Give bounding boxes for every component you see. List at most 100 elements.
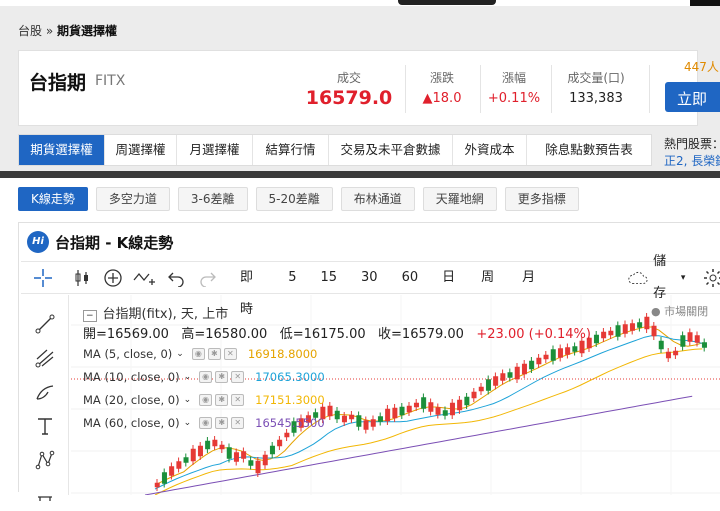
quote-code: FITX (95, 73, 126, 89)
hot-stocks: 熱門股票： 正2, 長榮鋼 (664, 136, 720, 170)
chip-net[interactable]: 天羅地網 (422, 187, 497, 211)
interval-60[interactable]: 60 (390, 262, 431, 294)
candle (651, 325, 657, 337)
candle (233, 452, 239, 462)
chevron-down-icon[interactable]: ⌄ (184, 418, 192, 428)
tab-dividend-points[interactable]: 除息點數預告表 (527, 135, 651, 165)
candle (385, 408, 391, 422)
redo-icon[interactable] (192, 262, 224, 294)
candle (248, 460, 254, 466)
interval-15[interactable]: 15 (308, 262, 349, 294)
tab-futures-options[interactable]: 期貨選擇權 (19, 135, 105, 165)
candle (680, 335, 686, 347)
eye-icon[interactable]: ◉ (191, 348, 205, 360)
close-icon[interactable]: ✕ (231, 371, 245, 383)
text-tool-icon[interactable] (21, 409, 68, 443)
save-button[interactable]: 儲存 ▾ (615, 254, 697, 301)
collapse-icon[interactable]: − (83, 310, 97, 322)
eye-icon[interactable]: ◉ (199, 371, 213, 383)
settings-gear-icon[interactable] (697, 262, 720, 294)
trendline-tool-icon[interactable] (21, 307, 68, 341)
ohlc-close: 收=16579.00 (378, 327, 464, 342)
stat-volume-value: 133,383 (569, 91, 623, 106)
pitchfork-tool-icon[interactable] (21, 341, 68, 375)
candle (673, 350, 679, 356)
candle (392, 407, 398, 419)
close-icon[interactable]: ✕ (231, 417, 245, 429)
eye-icon[interactable]: ◉ (199, 417, 213, 429)
candle (449, 402, 455, 416)
candle (687, 332, 693, 342)
quote-section: 台股 » 期貨選擇權 台指期 FITX 成交 16579.0 漲跌 ▲18.0 … (0, 6, 720, 171)
candle (471, 391, 477, 399)
candle (593, 334, 599, 344)
candle (514, 366, 520, 380)
ohlc-readout: 開=16569.00 高=16580.00 低=16175.00 收=16579… (83, 323, 591, 342)
interval-week[interactable]: 周 (467, 262, 508, 294)
card-header: Hi 台指期 - K線走勢 (27, 231, 173, 253)
tab-monthly-options[interactable]: 月選擇權 (177, 135, 253, 165)
candle (428, 402, 434, 412)
stat-change: 漲跌 ▲18.0 (409, 51, 475, 127)
settings-icon[interactable]: ✱ (215, 394, 229, 406)
chevron-down-icon: ▾ (680, 272, 686, 283)
action-button[interactable]: 立即 (665, 82, 720, 112)
stat-volume: 成交量(口) 133,383 (554, 51, 638, 127)
candle (154, 482, 160, 488)
tab-foreign-cost[interactable]: 外資成本 (453, 135, 527, 165)
measure-tool-icon[interactable] (21, 477, 68, 511)
indicator-chips: K線走勢 多空力道 3-6差離 5-20差離 布林通道 天羅地網 更多指標 (18, 187, 579, 211)
chevron-down-icon[interactable]: ⌄ (184, 395, 192, 405)
interval-day[interactable]: 日 (430, 262, 467, 294)
settings-icon[interactable]: ✱ (207, 348, 221, 360)
tab-open-interest[interactable]: 交易及未平倉數據 (329, 135, 453, 165)
pattern-tool-icon[interactable] (21, 443, 68, 477)
stat-change-value: ▲18.0 (422, 91, 462, 106)
crosshair-icon[interactable] (21, 262, 66, 294)
chevron-down-icon[interactable]: ⌄ (184, 372, 192, 382)
candlestick-type-icon[interactable] (66, 262, 98, 294)
chip-bollinger[interactable]: 布林通道 (340, 187, 415, 211)
chip-bull-bear[interactable]: 多空力道 (95, 187, 170, 211)
close-icon[interactable]: ✕ (223, 348, 237, 360)
candle (536, 357, 542, 365)
breadcrumb-home[interactable]: 台股 (18, 24, 42, 38)
stat-pct-value: +0.11% (487, 91, 541, 106)
ma-60-value: 16545.5500 (255, 416, 325, 430)
interval-month[interactable]: 月 (508, 262, 549, 294)
candle (644, 316, 650, 330)
breadcrumb: 台股 » 期貨選擇權 (18, 22, 117, 39)
chip-more[interactable]: 更多指標 (504, 187, 579, 211)
chip-3-6-diff[interactable]: 3-6差離 (177, 187, 248, 211)
undo-icon[interactable] (161, 262, 193, 294)
candle (406, 405, 412, 413)
chevron-down-icon[interactable]: ⌄ (176, 349, 184, 359)
ma-60-line (144, 395, 693, 495)
tab-weekly-options[interactable]: 周選擇權 (105, 135, 177, 165)
candle (262, 454, 268, 466)
close-icon[interactable]: ✕ (231, 394, 245, 406)
brush-tool-icon[interactable] (21, 375, 68, 409)
ma-10-value: 17065.3000 (255, 370, 325, 384)
chip-kline[interactable]: K線走勢 (18, 187, 88, 211)
compare-icon[interactable] (129, 262, 161, 294)
site-logo-icon: Hi (27, 231, 49, 253)
interval-realtime[interactable]: 即時 (228, 262, 276, 317)
add-indicator-icon[interactable] (97, 262, 129, 294)
breadcrumb-current[interactable]: 期貨選擇權 (57, 24, 117, 38)
candle (601, 331, 607, 339)
eye-icon[interactable]: ◉ (199, 394, 213, 406)
candle (377, 416, 383, 422)
candlestick-plot[interactable]: − 台指期(fitx), 天, 上市 ● 市場關閉 開=16569.00 高=16… (71, 295, 720, 495)
settings-icon[interactable]: ✱ (215, 417, 229, 429)
interval-30[interactable]: 30 (349, 262, 390, 294)
ma-60-label: MA (60, close, 0) (83, 416, 180, 430)
hot-stocks-links[interactable]: 正2, 長榮鋼 (664, 153, 720, 170)
tab-settlement[interactable]: 結算行情 (253, 135, 329, 165)
market-status: ● 市場關閉 (651, 305, 709, 318)
candle (457, 399, 463, 411)
interval-5[interactable]: 5 (276, 262, 308, 294)
chip-5-20-diff[interactable]: 5-20差離 (255, 187, 333, 211)
settings-icon[interactable]: ✱ (215, 371, 229, 383)
candle (341, 415, 347, 423)
